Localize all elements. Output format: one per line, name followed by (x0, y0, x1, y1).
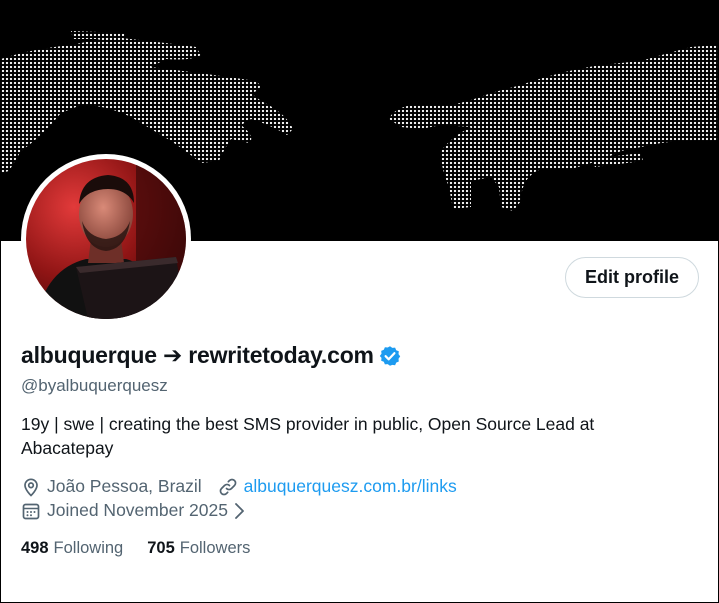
verified-badge-icon[interactable] (379, 345, 401, 367)
avatar[interactable] (26, 159, 186, 319)
user-handle: @byalbuquerquesz (21, 376, 168, 395)
location-item: João Pessoa, Brazil (21, 476, 202, 497)
chevron-right-icon (233, 502, 245, 520)
followers-link[interactable]: 705 Followers (147, 539, 250, 558)
followers-count: 705 (147, 539, 175, 557)
joined-row[interactable]: Joined November 2025 (21, 500, 245, 521)
website-item[interactable]: albuquerquesz.com.br/links (218, 476, 457, 497)
profile-meta-row: João Pessoa, Brazil albuquerquesz.com.br… (21, 476, 457, 497)
display-name-row: albuquerque ➔ rewritetoday.com (21, 342, 401, 369)
location-pin-icon (21, 477, 41, 497)
edit-profile-button[interactable]: Edit profile (565, 257, 699, 298)
followers-label: Followers (179, 539, 251, 557)
joined-date: Joined November 2025 (47, 500, 228, 520)
avatar-photo (26, 159, 186, 319)
following-count: 498 (21, 539, 49, 557)
display-name: albuquerque ➔ rewritetoday.com (21, 342, 374, 368)
link-icon (218, 477, 238, 497)
profile-bio: 19y | swe | creating the best SMS provid… (21, 414, 595, 458)
profile-page: Edit profile albuquerque ➔ rewritetoday.… (0, 0, 719, 603)
following-label: Following (53, 539, 124, 557)
location-text: João Pessoa, Brazil (47, 476, 202, 496)
website-link[interactable]: albuquerquesz.com.br/links (244, 476, 457, 497)
calendar-icon (21, 501, 41, 521)
following-link[interactable]: 498 Following (21, 539, 123, 558)
profile-stats: 498 Following 705 Followers (21, 539, 250, 558)
